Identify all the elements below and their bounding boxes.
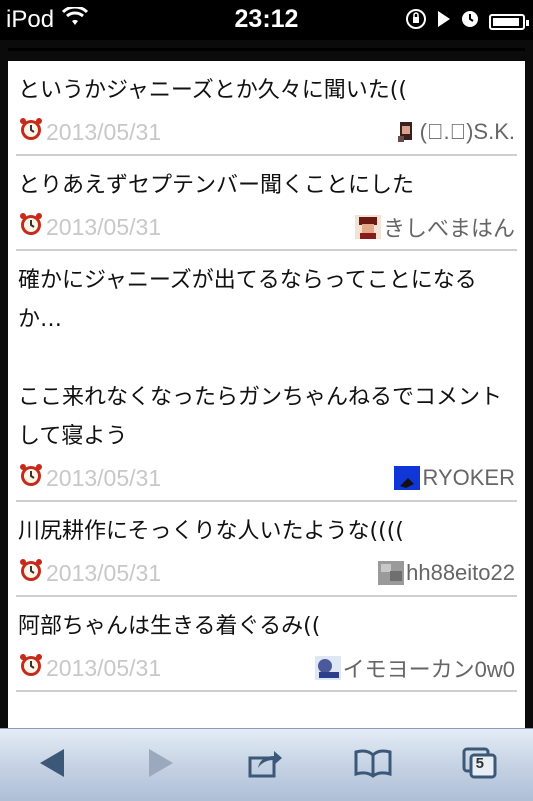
alarm-clock-icon <box>18 462 44 494</box>
author-name: RYOKER <box>422 465 515 490</box>
comment-text: 阿部ちゃんは生きる着ぐるみ(( <box>18 614 321 639</box>
comment-item: 川尻耕作にそっくりな人いたような(((( 2013/05/31 hh88eito… <box>16 502 517 597</box>
comment-date: 2013/05/31 <box>18 211 161 243</box>
comment-item: というかジャニーズとか久々に聞いた(( 2013/05/31 (ﾟ.ﾟ)S.K. <box>16 61 517 156</box>
date-text: 2013/05/31 <box>46 118 162 145</box>
author[interactable]: (ﾟ.ﾟ)S.K. <box>392 119 515 145</box>
author-name: きしべまはん <box>382 216 515 241</box>
battery-fill <box>493 17 519 26</box>
comment-item: とりあえずセプテンバー聞くことにした 2013/05/31 きしべまはん <box>16 156 517 251</box>
avatar <box>314 656 341 680</box>
comment-text: というかジャニーズとか久々に聞いた(( <box>18 78 407 103</box>
author[interactable]: イモヨーカン0w0 <box>314 652 515 684</box>
top-gap <box>8 51 525 61</box>
back-icon <box>38 747 68 783</box>
comment-date: 2013/05/31 <box>18 652 161 684</box>
comment-meta: 2013/05/31 イモヨーカン0w0 <box>18 646 515 690</box>
author-name: (ﾟ.ﾟ)S.K. <box>419 119 515 144</box>
orientation-lock-icon <box>405 8 427 35</box>
status-right <box>405 8 529 35</box>
bookmarks-button[interactable] <box>343 740 403 790</box>
comment-text: 確かにジャニーズが出てるならってことになるか… ここ来れなくなったらガンちゃんね… <box>18 268 503 449</box>
date-text: 2013/05/31 <box>46 654 162 681</box>
bookmarks-icon <box>353 748 393 782</box>
back-button[interactable] <box>23 740 83 790</box>
author-name: hh88eito22 <box>406 560 515 585</box>
avatar <box>378 561 405 585</box>
author[interactable]: hh88eito22 <box>378 560 515 586</box>
comment-card: というかジャニーズとか久々に聞いた(( 2013/05/31 (ﾟ.ﾟ)S.K.… <box>8 48 525 728</box>
comment-item: 阿部ちゃんは生きる着ぐるみ(( 2013/05/31 イモヨーカン0w0 <box>16 597 517 692</box>
alarm-clock-icon <box>18 211 44 243</box>
author[interactable]: きしべまはん <box>354 211 515 243</box>
author-name: イモヨーカン0w0 <box>342 657 515 682</box>
comment-meta: 2013/05/31 (ﾟ.ﾟ)S.K. <box>18 110 515 154</box>
date-text: 2013/05/31 <box>46 464 162 491</box>
avatar <box>394 466 421 490</box>
comment-list: というかジャニーズとか久々に聞いた(( 2013/05/31 (ﾟ.ﾟ)S.K.… <box>8 61 525 692</box>
avatar <box>392 120 418 144</box>
alarm-clock-icon <box>18 652 44 684</box>
comment-item: 確かにジャニーズが出てるならってことになるか… ここ来れなくなったらガンちゃんね… <box>16 251 517 502</box>
forward-icon <box>145 747 175 783</box>
date-text: 2013/05/31 <box>46 213 162 240</box>
date-text: 2013/05/31 <box>46 559 162 586</box>
share-icon <box>248 748 284 782</box>
alarm-clock-icon <box>18 557 44 589</box>
comment-text: 川尻耕作にそっくりな人いたような(((( <box>18 519 404 544</box>
play-icon <box>437 10 451 33</box>
comment-meta: 2013/05/31 きしべまはん <box>18 205 515 249</box>
author[interactable]: RYOKER <box>394 465 515 491</box>
status-bar: iPod 23:12 <box>0 0 533 40</box>
browser-toolbar: 5 <box>0 728 533 801</box>
comment-meta: 2013/05/31 hh88eito22 <box>18 551 515 595</box>
tab-count: 5 <box>475 755 485 772</box>
alarm-clock-icon <box>18 116 44 148</box>
page-frame: というかジャニーズとか久々に聞いた(( 2013/05/31 (ﾟ.ﾟ)S.K.… <box>0 40 533 728</box>
tabs-button[interactable]: 5 <box>450 740 510 790</box>
share-button[interactable] <box>236 740 296 790</box>
comment-date: 2013/05/31 <box>18 116 161 148</box>
comment-meta: 2013/05/31 RYOKER <box>18 456 515 500</box>
comment-date: 2013/05/31 <box>18 462 161 494</box>
comment-text: とりあえずセプテンバー聞くことにした <box>18 173 415 198</box>
comment-date: 2013/05/31 <box>18 557 161 589</box>
alarm-icon <box>461 10 479 33</box>
forward-button[interactable] <box>130 740 190 790</box>
avatar <box>354 215 381 239</box>
battery-icon <box>489 13 529 30</box>
